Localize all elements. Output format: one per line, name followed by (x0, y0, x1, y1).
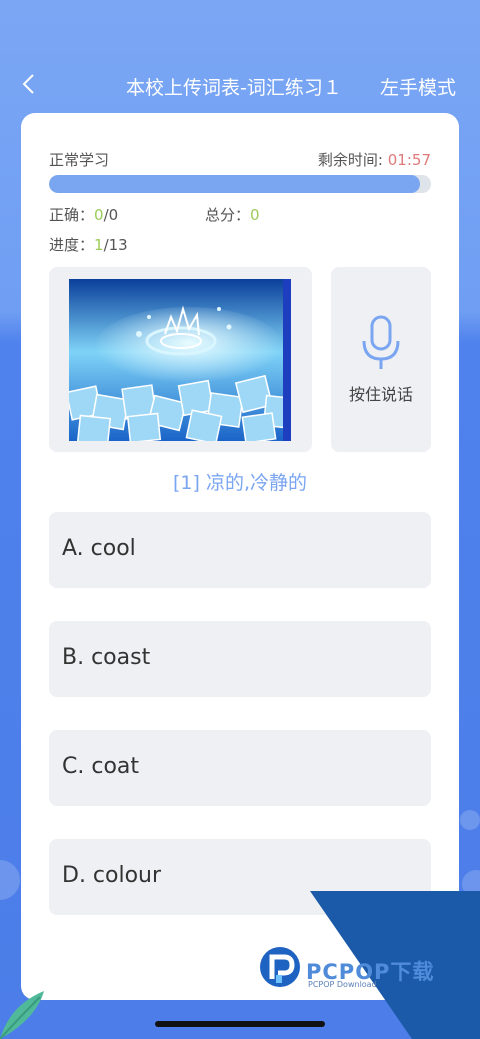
progress-count: 进度：1/13 (49, 234, 128, 255)
time-progress-fill (49, 175, 420, 193)
left-hand-mode-button[interactable]: 左手模式 (380, 73, 456, 100)
option-a[interactable]: A. cool (49, 512, 431, 588)
chevron-left-icon[interactable] (18, 72, 42, 96)
correct-value: 0 (94, 206, 104, 224)
progress-label: 进度： (49, 236, 95, 254)
timer: 剩余时间: 01:57 (318, 149, 431, 170)
watermark-subtitle: PCPOP Download (308, 980, 377, 989)
hold-to-talk-label: 按住说话 (348, 385, 413, 404)
leaf-decoration (0, 991, 44, 1039)
top-bar: 本校上传词表-词汇练习１ 左手模式 (0, 60, 480, 110)
option-d-label: D. colour (62, 863, 162, 888)
background-bubble (0, 860, 20, 900)
option-b-label: B. coast (62, 645, 151, 670)
page-title: 本校上传词表-词汇练习１ (126, 77, 342, 99)
time-progress-bar (49, 175, 431, 193)
progress-current: 1 (94, 236, 104, 254)
background-bubble (460, 810, 480, 830)
timer-label: 剩余时间: (317, 151, 383, 169)
option-c-label: C. coat (62, 754, 140, 779)
correct-count: 正确：0/0 (49, 204, 118, 225)
status-label: 正常学习 (49, 151, 110, 169)
pcpop-logo (260, 947, 300, 987)
timer-value: 01:57 (387, 151, 431, 169)
score-label: 总分： (205, 206, 251, 224)
correct-label: 正确： (49, 206, 95, 224)
quiz-card: 正常学习 剩余时间: 01:57 正确：0/0 总分：0 进度：1/13 按住说… (21, 113, 459, 1000)
question-prompt: [1] 凉的,冷静的 (173, 472, 307, 494)
word-image-panel (49, 267, 312, 452)
hold-to-talk-button[interactable]: 按住说话 (331, 267, 431, 452)
microphone-icon (362, 315, 400, 369)
option-a-label: A. cool (62, 536, 136, 561)
score-value: 0 (250, 206, 260, 224)
home-indicator (155, 1021, 325, 1027)
option-b[interactable]: B. coast (49, 621, 431, 697)
option-c[interactable]: C. coat (49, 730, 431, 806)
score: 总分：0 (205, 204, 260, 225)
ice-water-splash-image (69, 279, 291, 441)
correct-total: /0 (103, 206, 119, 224)
progress-total: /13 (103, 236, 128, 254)
